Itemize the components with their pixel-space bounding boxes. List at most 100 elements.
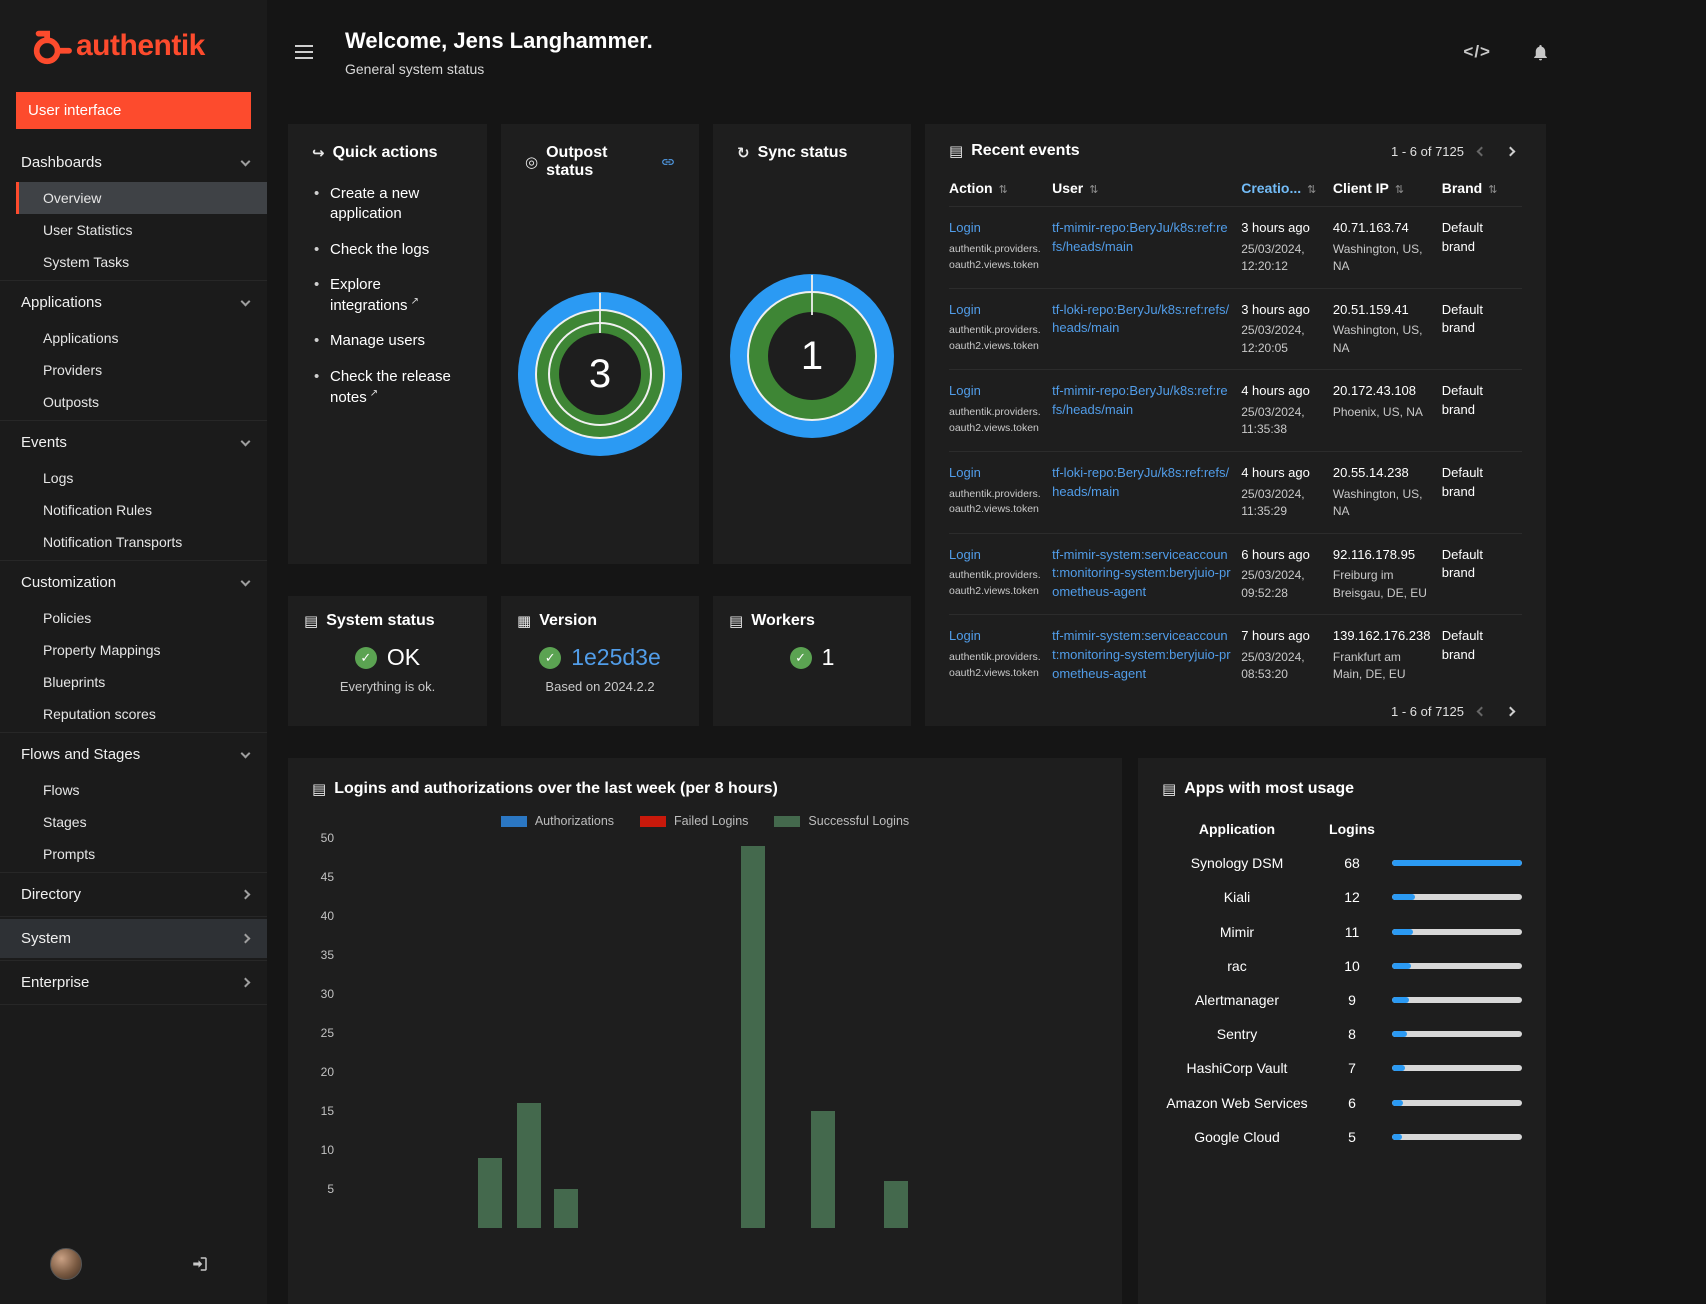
event-row: Login authentik.providers.oauth2.views.to… xyxy=(949,369,1522,452)
sidebar-item-policies[interactable]: Policies xyxy=(16,602,267,634)
sidebar-item-notification-rules[interactable]: Notification Rules xyxy=(16,494,267,526)
pagination-next-button[interactable] xyxy=(1499,144,1522,159)
sidebar-section-dashboards[interactable]: Dashboards xyxy=(0,143,267,182)
sidebar-section-enterprise[interactable]: Enterprise xyxy=(0,963,267,1002)
recent-events-pagination-bottom: 1 - 6 of 7125 xyxy=(1391,704,1522,719)
event-location: Frankfurt am Main, DE, EU xyxy=(1332,649,1406,682)
y-tick-label: 5 xyxy=(327,1182,334,1196)
sidebar-item-logs[interactable]: Logs xyxy=(16,462,267,494)
sidebar-section-events[interactable]: Events xyxy=(0,423,267,462)
column-header-action[interactable]: Action ⇅ xyxy=(949,172,1052,207)
version-icon: ▦ xyxy=(517,613,532,630)
sidebar-section-directory[interactable]: Directory xyxy=(0,875,267,914)
column-header-client-ip[interactable]: Client IP ⇅ xyxy=(1333,172,1442,207)
event-user-link[interactable]: tf-loki-repo:BeryJu/k8s:ref:refs/heads/m… xyxy=(1052,465,1229,499)
authentik-logo[interactable]: authentik xyxy=(0,0,267,80)
chevron-down-icon xyxy=(240,436,251,447)
check-circle-icon: ✓ xyxy=(354,646,377,669)
event-user-link[interactable]: tf-loki-repo:BeryJu/k8s:ref:refs/heads/m… xyxy=(1052,302,1229,336)
logins-chart-card: ▤ Logins and authorizations over the las… xyxy=(288,758,1122,1304)
event-action-link[interactable]: Login xyxy=(949,547,981,562)
bell-icon xyxy=(1534,44,1547,60)
main: Welcome, Jens Langhammer. General system… xyxy=(267,0,1706,1304)
event-action-link[interactable]: Login xyxy=(949,628,981,643)
quick-action-manage-users[interactable]: Manage users xyxy=(312,331,463,366)
column-header-brand[interactable]: Brand ⇅ xyxy=(1442,172,1522,207)
chart-bar xyxy=(740,845,765,1228)
logins-chart-title: Logins and authorizations over the last … xyxy=(334,780,778,797)
logout-button[interactable] xyxy=(187,1251,213,1277)
sidebar-nav: Dashboards Overview User Statistics System … xyxy=(0,141,267,1005)
sidebar-item-stages[interactable]: Stages xyxy=(16,806,267,838)
version-link[interactable]: 1e25d3e xyxy=(571,644,661,671)
notifications-button[interactable] xyxy=(1527,39,1554,66)
quick-action-label: Explore integrations xyxy=(330,275,408,314)
hamburger-menu-button[interactable] xyxy=(291,39,317,65)
sidebar-item-providers[interactable]: Providers xyxy=(16,354,267,386)
chevron-right-icon xyxy=(240,889,251,900)
quick-action-create-a-new-application[interactable]: Create a new application xyxy=(312,184,463,240)
event-action-link[interactable]: Login xyxy=(949,383,981,398)
pagination-prev-button[interactable] xyxy=(1470,144,1493,159)
sidebar-section-system[interactable]: System xyxy=(0,919,267,958)
sidebar-item-flows[interactable]: Flows xyxy=(16,774,267,806)
external-link-icon: ↗ xyxy=(410,296,419,307)
pagination-prev-button[interactable] xyxy=(1470,704,1493,719)
y-tick-label: 35 xyxy=(320,948,334,962)
sidebar-section-label: Applications xyxy=(21,294,102,311)
quick-actions-title: Quick actions xyxy=(332,144,438,161)
outpost-icon: ◎ xyxy=(525,154,539,171)
event-action-link[interactable]: Login xyxy=(949,465,981,480)
sidebar-item-blueprints[interactable]: Blueprints xyxy=(16,666,267,698)
sidebar-section-applications[interactable]: Applications xyxy=(0,283,267,322)
event-action-link[interactable]: Login xyxy=(949,220,981,235)
event-user-link[interactable]: tf-mimir-repo:BeryJu/k8s:ref:refs/heads/… xyxy=(1052,383,1228,417)
sidebar-section-label: Dashboards xyxy=(21,154,102,171)
app-usage-row: Google Cloud 5 xyxy=(1162,1120,1522,1154)
app-usage-bar xyxy=(1392,928,1522,935)
app-usage-row: HashiCorp Vault 7 xyxy=(1162,1051,1522,1085)
legend-label: Authorizations xyxy=(534,814,615,828)
user-interface-button[interactable]: User interface xyxy=(16,92,251,129)
sidebar-item-notification-transports[interactable]: Notification Transports xyxy=(16,526,267,558)
page-subtitle: General system status xyxy=(345,60,485,77)
event-location: Washington, US, NA xyxy=(1332,486,1423,519)
sidebar-section-flows-and-stages[interactable]: Flows and Stages xyxy=(0,735,267,774)
pagination-label: 1 - 6 of 7125 xyxy=(1391,143,1464,159)
quick-action-check-the-logs[interactable]: Check the logs xyxy=(312,240,463,275)
sidebar-section-customization[interactable]: Customization xyxy=(0,563,267,602)
sidebar-item-overview[interactable]: Overview xyxy=(16,182,267,214)
app-login-count: 68 xyxy=(1344,855,1360,872)
column-header-creatio[interactable]: Creatio... ⇅ xyxy=(1241,172,1333,207)
legend-label: Failed Logins xyxy=(674,814,749,828)
event-user-link[interactable]: tf-mimir-system:serviceaccount:monitorin… xyxy=(1052,628,1230,681)
sidebar-item-outposts[interactable]: Outposts xyxy=(16,386,267,418)
y-tick-label: 50 xyxy=(320,831,334,845)
column-header-user[interactable]: User ⇅ xyxy=(1052,172,1241,207)
chevron-down-icon xyxy=(240,748,251,759)
sync-status-donut: 1 xyxy=(730,274,894,438)
event-user-link[interactable]: tf-mimir-repo:BeryJu/k8s:ref:refs/heads/… xyxy=(1052,220,1228,254)
event-created-relative: 3 hours ago xyxy=(1241,301,1310,317)
sidebar-item-applications[interactable]: Applications xyxy=(16,322,267,354)
outpost-link-icon[interactable] xyxy=(661,155,675,169)
sidebar-item-reputation-scores[interactable]: Reputation scores xyxy=(16,698,267,730)
workers-title: Workers xyxy=(751,612,815,629)
sidebar-item-user-statistics[interactable]: User Statistics xyxy=(16,214,267,246)
legend-item-authorizations: Authorizations xyxy=(500,814,615,828)
quick-action-explore-integrations[interactable]: Explore integrations↗ xyxy=(312,275,463,332)
event-location: Freiburg im Breisgau, DE, EU xyxy=(1332,568,1427,600)
event-location: Phoenix, US, NA xyxy=(1332,405,1423,420)
system-status-icon: ▤ xyxy=(304,613,319,630)
quick-action-check-the-release-notes[interactable]: Check the release notes↗ xyxy=(312,367,463,424)
pagination-next-button[interactable] xyxy=(1499,704,1522,719)
avatar[interactable] xyxy=(50,1248,82,1280)
sort-icon: ⇅ xyxy=(1307,184,1317,196)
api-browser-button[interactable]: </> xyxy=(1459,38,1495,66)
y-tick-label: 10 xyxy=(320,1143,334,1157)
sidebar-item-system-tasks[interactable]: System Tasks xyxy=(16,246,267,278)
event-user-link[interactable]: tf-mimir-system:serviceaccount:monitorin… xyxy=(1052,547,1230,600)
event-action-link[interactable]: Login xyxy=(949,302,981,317)
sidebar-item-property-mappings[interactable]: Property Mappings xyxy=(16,634,267,666)
sidebar-item-prompts[interactable]: Prompts xyxy=(16,838,267,870)
